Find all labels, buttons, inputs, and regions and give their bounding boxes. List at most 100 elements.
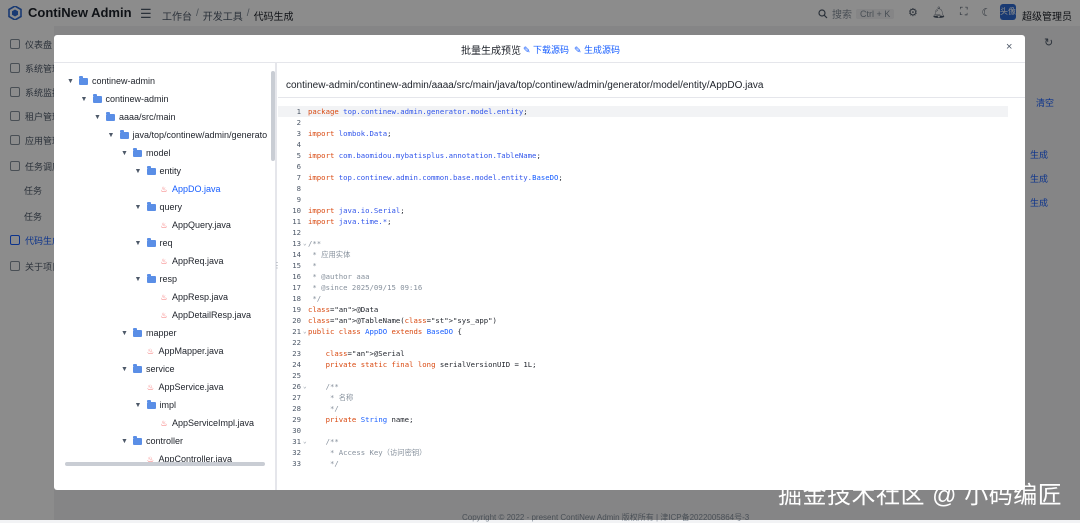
tree-folder[interactable]: ▼ aaaa/src/main (94, 110, 176, 124)
tree-folder[interactable]: ▼ mapper (121, 326, 177, 340)
tree-node-label: AppResp.java (172, 292, 229, 302)
code-text: */ (308, 404, 339, 413)
code-line: 11 import java.time.*; (278, 216, 1008, 227)
folder-icon (133, 435, 142, 445)
fold-icon[interactable]: ⌄ (303, 326, 307, 337)
tree-node-label: AppReq.java (172, 256, 224, 266)
tree-node-label: AppServiceImpl.java (172, 418, 255, 428)
tree-file[interactable]: ♨ AppMapper.java (135, 344, 224, 358)
code-text: class="an">@Data (308, 305, 379, 314)
tree-node-label: AppQuery.java (172, 220, 231, 230)
code-text: import lombok.Data; (308, 129, 392, 138)
code-text: private static final long serialVersionU… (325, 360, 537, 369)
expand-caret-icon[interactable]: ▼ (135, 204, 143, 211)
line-number: 30 (292, 426, 301, 435)
code-line: 17 * @since 2025/09/15 09:16 (278, 282, 1008, 293)
expand-caret-icon[interactable]: ▼ (108, 132, 116, 139)
tree-folder[interactable]: ▼ resp (135, 272, 178, 286)
code-text: */ (308, 294, 322, 303)
tree-node-label: aaaa/src/main (119, 112, 176, 122)
code-text: import java.time.*; (308, 217, 392, 226)
line-number: 11 (292, 217, 301, 226)
line-number: 9 (296, 195, 301, 204)
expand-caret-icon[interactable]: ▼ (135, 276, 143, 283)
generate-source-button[interactable]: ✎ 生成源码 (574, 43, 620, 56)
line-number: 19 (292, 305, 301, 314)
folder-icon (133, 327, 142, 337)
tree-horizontal-scrollbar[interactable] (65, 462, 265, 466)
tree-file[interactable]: ♨ AppDO.java (148, 182, 220, 196)
line-number: 13 (292, 239, 301, 248)
download-source-button[interactable]: ✎ 下载源码 (523, 43, 569, 56)
fold-icon[interactable]: ⌄ (303, 436, 307, 447)
code-text: private String name; (325, 415, 414, 424)
code-line: 9 (278, 194, 1008, 205)
tree-folder[interactable]: ▼ query (135, 200, 183, 214)
tree-file[interactable]: ♨ AppDetailResp.java (148, 308, 251, 322)
code-text: * Access Key（访问密钥） (308, 448, 427, 457)
code-line: 7 import top.continew.admin.common.base.m… (278, 172, 1008, 183)
line-number: 16 (292, 272, 301, 281)
expand-caret-icon[interactable]: ▼ (121, 150, 129, 157)
tree-folder[interactable]: ▼ continew-admin (67, 74, 155, 88)
expand-caret-icon[interactable]: ▼ (67, 78, 75, 85)
tree-node-label: req (159, 238, 173, 248)
tree-file[interactable]: ♨ AppServiceImpl.java (148, 416, 254, 430)
folder-icon (146, 237, 156, 247)
close-icon[interactable]: × (1006, 41, 1012, 53)
tree-node-label: AppService.java (158, 382, 224, 392)
expand-caret-icon[interactable]: ▼ (121, 366, 129, 373)
tree-folder[interactable]: ▼ entity (135, 164, 181, 178)
tree-folder[interactable]: ▼ impl (135, 398, 176, 412)
line-number: 26 (292, 382, 301, 391)
tree-file[interactable]: ♨ AppReq.java (148, 254, 224, 268)
fold-icon[interactable]: ⌄ (303, 238, 307, 249)
tree-file[interactable]: ♨ AppResp.java (148, 290, 228, 304)
code-line: 28 */ (278, 403, 1008, 414)
tree-folder[interactable]: ▼ controller (121, 434, 183, 448)
panel-splitter[interactable] (275, 63, 277, 490)
code-line: 12 (278, 227, 1008, 238)
expand-caret-icon[interactable]: ▼ (135, 240, 143, 247)
expand-caret-icon[interactable]: ▼ (135, 402, 143, 409)
tree-node-label: model (146, 148, 171, 158)
code-line: 18 */ (278, 293, 1008, 304)
tree-folder[interactable]: ▼ service (121, 362, 175, 376)
expand-caret-icon[interactable]: ▼ (121, 438, 129, 445)
line-number: 4 (296, 140, 301, 149)
expand-caret-icon[interactable]: ▼ (121, 330, 129, 337)
code-line: 32 * Access Key（访问密钥） (278, 447, 1008, 458)
tree-folder[interactable]: ▼ java/top/continew/admin/generato (108, 128, 267, 142)
tree-folder[interactable]: ▼ continew-admin (81, 92, 169, 106)
expand-caret-icon[interactable]: ▼ (135, 168, 143, 175)
java-file-icon: ♨ (160, 418, 168, 428)
line-number: 33 (292, 459, 301, 468)
line-number: 20 (292, 316, 301, 325)
tree-folder[interactable]: ▼ model (121, 146, 171, 160)
code-line: 1 package top.continew.admin.generator.mo… (278, 106, 1008, 117)
folder-icon (146, 165, 156, 175)
fold-icon[interactable]: ⌄ (303, 381, 307, 392)
folder-icon (106, 111, 115, 121)
tree-folder[interactable]: ▼ req (135, 236, 173, 250)
code-line: 19 class="an">@Data (278, 304, 1008, 315)
tree-node-label: continew-admin (92, 76, 156, 86)
folder-icon (133, 363, 142, 373)
code-line: 31 ⌄ /** (278, 436, 1008, 447)
file-path: continew-admin/continew-admin/aaaa/src/m… (286, 80, 764, 91)
java-file-icon: ♨ (160, 292, 168, 302)
java-file-icon: ♨ (160, 184, 168, 194)
tree-node-label: query (159, 202, 183, 212)
line-number: 5 (296, 151, 301, 160)
code-text: * (308, 261, 317, 270)
code-text: * 名称 (308, 393, 354, 402)
tree-node-label: resp (159, 274, 178, 284)
code-viewer[interactable]: 1 package top.continew.admin.generator.mo… (278, 106, 1025, 490)
line-number: 32 (292, 448, 301, 457)
tree-file[interactable]: ♨ AppQuery.java (148, 218, 231, 232)
expand-caret-icon[interactable]: ▼ (94, 114, 102, 121)
java-file-icon: ♨ (160, 256, 168, 266)
expand-caret-icon[interactable]: ▼ (81, 96, 89, 103)
code-line: 20 class="an">@TableName(class="st">"sys_… (278, 315, 1008, 326)
tree-file[interactable]: ♨ AppService.java (135, 380, 224, 394)
